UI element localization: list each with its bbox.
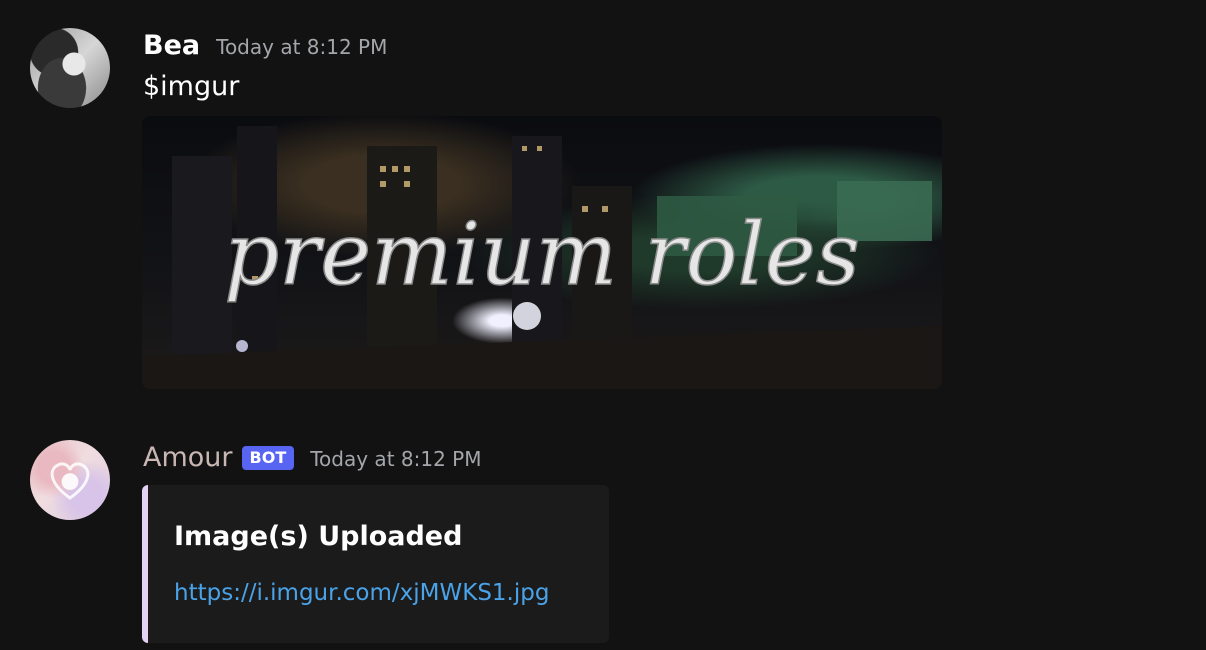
embed-link[interactable]: https://i.imgur.com/xjMWKS1.jpg xyxy=(174,579,549,607)
bot-badge: BOT xyxy=(241,446,295,470)
username[interactable]: Amour xyxy=(143,442,233,474)
username[interactable]: Bea xyxy=(143,30,200,62)
timestamp[interactable]: Today at 8:12 PM xyxy=(216,35,387,59)
avatar[interactable] xyxy=(30,440,110,520)
image-attachment[interactable]: premium roles xyxy=(142,116,942,389)
message-header: Amour BOT Today at 8:12 PM xyxy=(143,442,481,474)
embed-title: Image(s) Uploaded xyxy=(174,521,463,552)
timestamp[interactable]: Today at 8:12 PM xyxy=(310,447,481,471)
city-night-image: premium roles xyxy=(142,126,942,389)
message-header: Bea Today at 8:12 PM xyxy=(143,30,387,62)
overlay-script-text: premium roles xyxy=(224,205,860,305)
heart-icon xyxy=(50,462,90,500)
embed: Image(s) Uploaded https://i.imgur.com/xj… xyxy=(142,485,609,643)
message-content: $imgur xyxy=(143,71,240,102)
avatar[interactable] xyxy=(30,28,110,108)
